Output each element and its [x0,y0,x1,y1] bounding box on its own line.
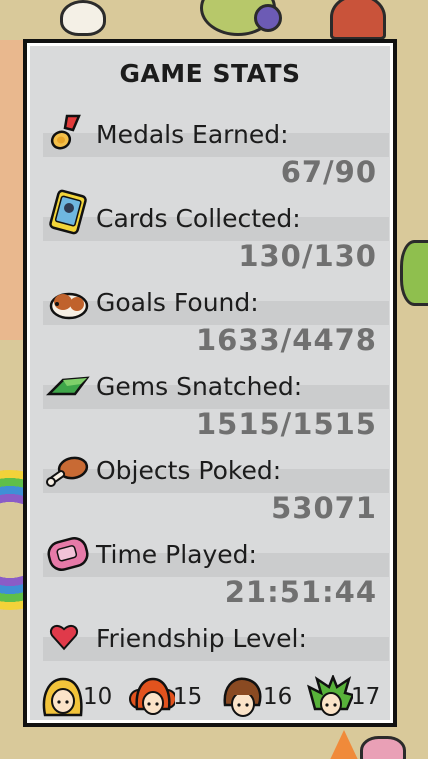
handheld-console-icon [47,537,89,571]
panel-title: GAME STATS [119,59,301,88]
stat-goals: Goals Found: 1633/4478 [39,266,389,357]
friend-level: 16 [263,684,293,710]
friend-level: 17 [351,684,381,710]
stat-label: Objects Poked: [96,456,282,485]
mushroom-decoration-icon [330,0,386,40]
stat-time: Time Played: 21:51:44 [39,518,389,609]
plant-decoration-icon [400,240,428,306]
stat-gems: Gems Snatched: 1515/1515 [39,350,389,441]
stat-cards: Cards Collected: 130/130 [39,182,389,273]
stat-label: Medals Earned: [96,120,289,149]
pink-blob-decoration-icon [360,736,406,759]
stat-label: Time Played: [96,540,257,569]
guinea-pig-icon [49,292,89,320]
stat-objects: Objects Poked: 53071 [39,434,389,525]
brown-hair-boy-avatar-icon [223,677,262,717]
stat-label: Goals Found: [96,288,259,317]
card-icon [49,189,87,235]
ball-decoration-icon [254,4,282,32]
heart-icon [50,624,78,651]
traffic-cone-icon [328,730,360,759]
friend-level: 10 [83,684,113,710]
stat-label: Cards Collected: [96,204,301,233]
drumstick-icon [46,456,89,487]
stat-medals: Medals Earned: 67/90 [39,98,389,189]
gem-icon [45,376,90,396]
friend-level: 15 [173,684,203,710]
skull-decoration-icon [60,0,106,36]
stat-label: Gems Snatched: [96,372,303,401]
stat-label: Friendship Level: [96,624,307,653]
blonde-girl-avatar-icon [42,677,83,717]
red-hair-girl-avatar-icon [129,677,175,715]
medal-icon [50,114,81,150]
game-stats-panel: GAME STATS Medals Earned: 67/90 Cards Co… [23,39,397,727]
friendship-levels: 10 15 16 17 [37,673,397,723]
stat-friendship: Friendship Level: [39,602,389,678]
green-hair-girl-avatar-icon [307,675,353,716]
